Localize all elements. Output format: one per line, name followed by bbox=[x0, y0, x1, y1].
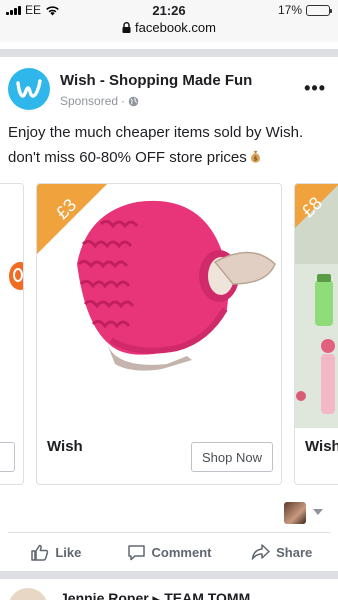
pink-frilled-bonnet-image: £3 bbox=[37, 184, 281, 428]
globe-icon bbox=[128, 96, 139, 106]
thumbs-up-icon bbox=[31, 544, 49, 561]
sponsored-text[interactable]: Sponsored bbox=[60, 94, 118, 108]
product-name-main: Wish bbox=[47, 438, 83, 455]
product-image-next: £8 bbox=[295, 184, 338, 428]
url-text: facebook.com bbox=[135, 20, 216, 35]
post-text-line2-content: don't miss 60-80% OFF store prices bbox=[8, 149, 247, 166]
battery-icon bbox=[306, 4, 332, 16]
carousel-card-next[interactable]: £8 Wish bbox=[294, 183, 338, 485]
share-icon bbox=[251, 544, 270, 560]
status-bar: EE 21:26 17% bbox=[0, 0, 338, 20]
status-right: 17% bbox=[277, 3, 332, 17]
battery-percent: 17% bbox=[277, 3, 302, 17]
page-name-link[interactable]: Wish - Shopping Made Fun bbox=[60, 72, 252, 89]
next-target: TEAM TOMM bbox=[164, 590, 251, 600]
wish-logo-avatar[interactable] bbox=[8, 68, 50, 110]
share-button[interactable]: Share bbox=[225, 537, 338, 567]
lock-icon bbox=[122, 22, 131, 33]
comment-icon bbox=[127, 544, 145, 560]
carousel-card-main[interactable]: £3 Wish Shop Now bbox=[36, 183, 282, 485]
actions-divider bbox=[8, 532, 330, 533]
dot-separator: · bbox=[121, 94, 126, 108]
svg-text:$: $ bbox=[253, 156, 257, 163]
like-button[interactable]: Like bbox=[0, 537, 113, 567]
product-image-swim-cap: £3 bbox=[37, 184, 281, 428]
next-arrow: ▶ bbox=[153, 595, 161, 600]
next-post-avatar[interactable] bbox=[8, 588, 48, 600]
post-text-line1: Enjoy the much cheaper items sold by Wis… bbox=[8, 124, 304, 141]
share-label: Share bbox=[276, 544, 313, 560]
sponsored-label: Sponsored · bbox=[60, 94, 139, 108]
chevron-down-icon[interactable] bbox=[313, 509, 323, 515]
product-name-next: Wish bbox=[305, 438, 338, 455]
shop-now-button-main[interactable]: Shop Now bbox=[191, 442, 273, 472]
url-bar[interactable]: facebook.com bbox=[0, 20, 338, 42]
comment-button[interactable]: Comment bbox=[113, 537, 226, 567]
next-post-author[interactable]: Jennie Roper ▶ TEAM TOMM bbox=[60, 590, 250, 600]
shop-now-button-prev[interactable]: w bbox=[0, 442, 15, 472]
post-header: Wish - Shopping Made Fun Sponsored · ••• bbox=[8, 66, 330, 112]
like-label: Like bbox=[55, 544, 82, 560]
feed-separator-bottom bbox=[0, 571, 338, 579]
next-author-name: Jennie Roper bbox=[60, 590, 149, 600]
viewer-avatar[interactable] bbox=[284, 502, 306, 524]
feed-separator bbox=[0, 49, 338, 57]
more-options-button[interactable]: ••• bbox=[304, 78, 326, 99]
post-text: Enjoy the much cheaper items sold by Wis… bbox=[8, 120, 332, 170]
post-actions: Like Comment Share bbox=[0, 537, 338, 567]
product-image-prev bbox=[0, 184, 23, 428]
wish-logo-icon bbox=[16, 79, 42, 98]
comment-label: Comment bbox=[151, 544, 212, 560]
carousel-card-prev[interactable]: w bbox=[0, 183, 24, 485]
post-text-line2: don't miss 60-80% OFF store prices $ bbox=[8, 145, 332, 170]
bottles-image: £8 bbox=[295, 184, 338, 428]
product-carousel[interactable]: w bbox=[0, 183, 338, 487]
money-bag-icon: $ bbox=[250, 150, 260, 163]
